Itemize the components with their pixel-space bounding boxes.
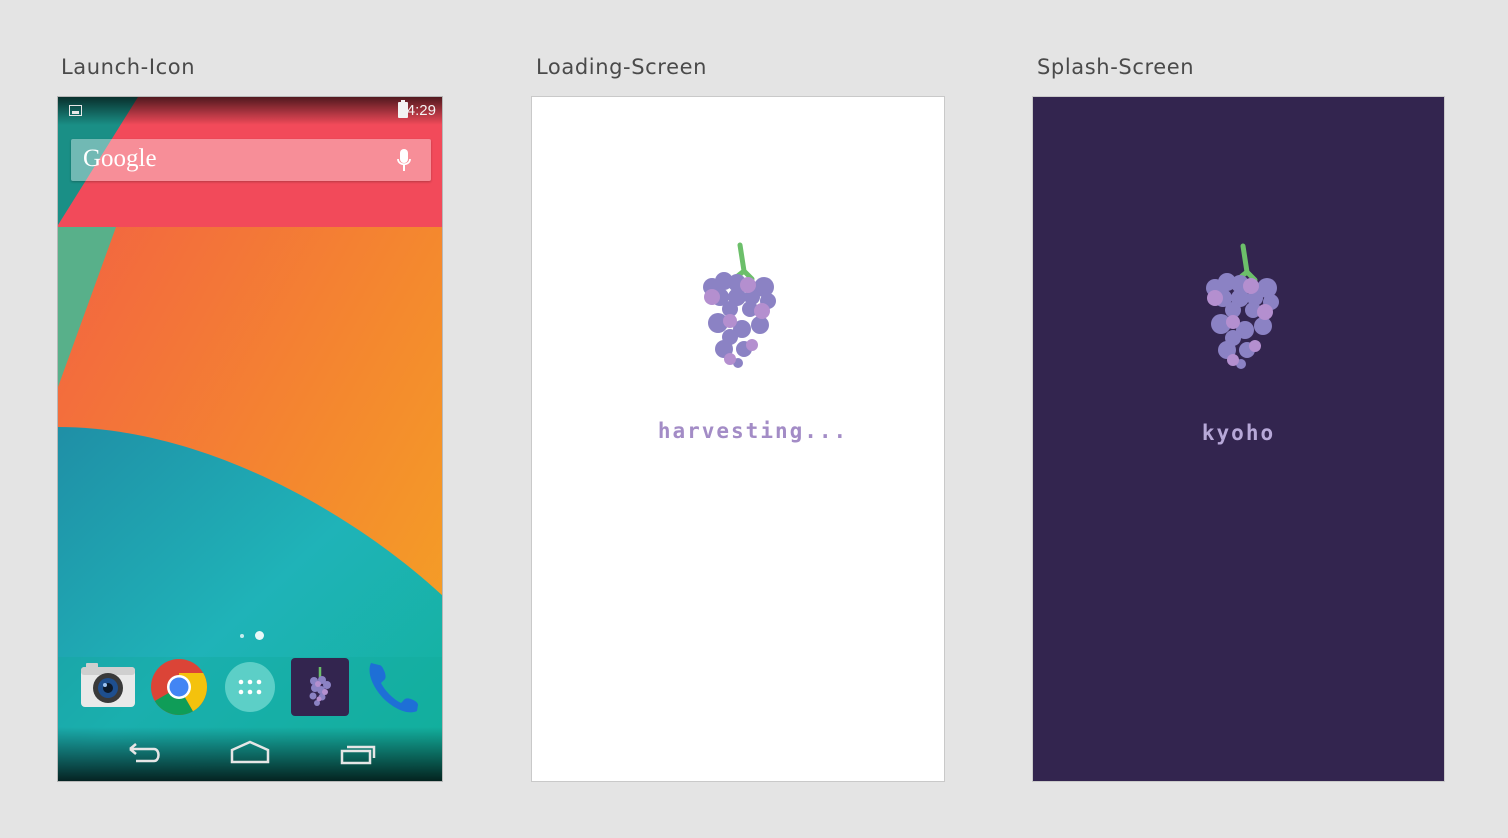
page-dot: [240, 634, 244, 638]
phone-icon[interactable]: [361, 657, 421, 717]
artboard-label-loading-screen: Loading-Screen: [536, 55, 708, 79]
app-drawer-icon[interactable]: [220, 657, 280, 717]
status-clock: 4:29: [406, 102, 436, 119]
artboard-label-launch-icon: Launch-Icon: [61, 55, 196, 79]
recents-icon[interactable]: [336, 737, 380, 771]
camera-icon[interactable]: [78, 657, 138, 717]
artboard-label-splash-screen: Splash-Screen: [1037, 55, 1195, 79]
picture-notification-icon: [69, 105, 82, 116]
google-logo: Google: [83, 145, 157, 172]
status-bar: 4:29: [58, 97, 442, 125]
kyoho-app-icon[interactable]: [290, 657, 350, 717]
home-icon[interactable]: [228, 737, 272, 771]
microphone-icon[interactable]: [397, 149, 411, 173]
splash-screen-artboard[interactable]: kyoho: [1032, 96, 1445, 782]
app-dock: [58, 657, 442, 719]
grape-icon: [1206, 243, 1279, 369]
page-indicator: [58, 631, 442, 641]
back-icon[interactable]: [122, 737, 166, 771]
loading-text: harvesting...: [657, 419, 849, 443]
loading-screen-artboard[interactable]: harvesting...: [531, 96, 945, 782]
page-dot-active: [255, 631, 264, 640]
android-navigation-bar: [58, 727, 442, 781]
chrome-icon[interactable]: [149, 657, 209, 717]
google-search-bar[interactable]: Google: [71, 139, 431, 181]
splash-app-name: kyoho: [1201, 421, 1276, 445]
launch-icon-artboard[interactable]: 4:29 Google: [57, 96, 443, 782]
grape-icon: [703, 242, 776, 368]
